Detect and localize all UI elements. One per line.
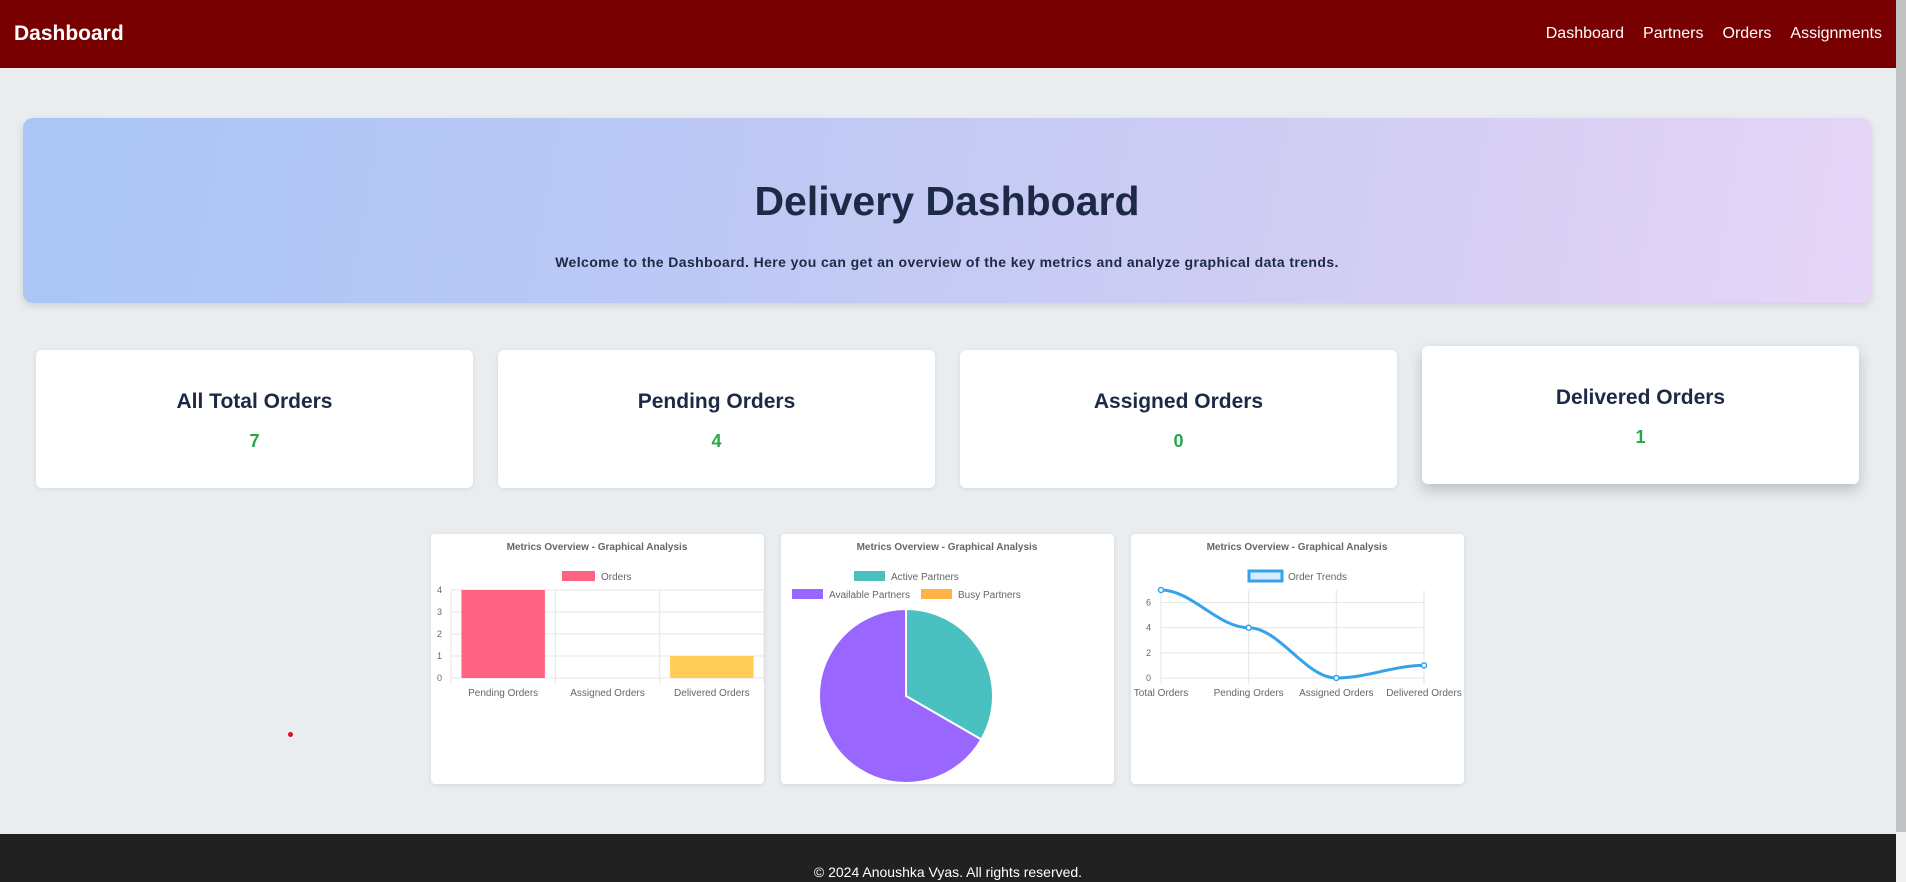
footer: © 2024 Anoushka Vyas. All rights reserve… (0, 834, 1896, 882)
y-tick-label: 4 (1146, 623, 1151, 633)
line-chart-card: Metrics Overview - Graphical Analysis Ord… (1131, 534, 1464, 784)
metric-value: 0 (1173, 431, 1184, 451)
y-tick-label: 0 (437, 673, 442, 683)
y-tick-label: 6 (1146, 598, 1151, 608)
page-scrollbar[interactable] (1896, 0, 1906, 882)
x-tick-label: Assigned Orders (1299, 688, 1373, 699)
x-tick-label: Delivered Orders (1386, 688, 1462, 699)
legend-label: Busy Partners (958, 590, 1021, 601)
x-tick-label: Delivered Orders (674, 688, 750, 699)
nav-link-assignments[interactable]: Assignments (1790, 25, 1882, 43)
x-tick-label: Pending Orders (1214, 688, 1284, 699)
hero-banner: Delivery Dashboard Welcome to the Dashbo… (23, 118, 1871, 303)
brand-title[interactable]: Dashboard (14, 22, 124, 46)
legend-swatch (562, 571, 595, 581)
data-point (1420, 662, 1428, 669)
chart-title: Metrics Overview - Graphical Analysis (1207, 542, 1388, 553)
y-tick-label: 4 (437, 585, 442, 595)
data-point (1157, 586, 1165, 594)
metric-value: 4 (711, 431, 722, 451)
pie-chart: Metrics Overview - Graphical Analysis Act… (792, 542, 1038, 784)
metric-title: All Total Orders (176, 390, 333, 413)
y-tick-label: 0 (1146, 673, 1151, 683)
cursor-dot (288, 732, 293, 737)
y-tick-label: 2 (437, 629, 442, 639)
navbar: Dashboard Dashboard Partners Orders Assi… (0, 0, 1896, 68)
bar-chart: Metrics Overview - Graphical Analysis Ord… (437, 542, 764, 699)
page-title: Delivery Dashboard (754, 178, 1140, 224)
legend-label: Available Partners (829, 590, 910, 601)
x-tick-label: Assigned Orders (570, 688, 644, 699)
series-line (1160, 588, 1425, 680)
legend-swatch (921, 589, 952, 599)
nav-link-dashboard[interactable]: Dashboard (1546, 25, 1624, 43)
x-tick-label: Pending Orders (468, 688, 538, 699)
y-tick-label: 2 (1146, 648, 1151, 658)
metric-title: Delivered Orders (1555, 386, 1726, 409)
y-tick-label: 3 (437, 607, 442, 617)
legend-label: Order Trends (1288, 572, 1347, 583)
metric-card-delivered-orders: Delivered Orders 1 (1422, 346, 1859, 484)
data-point (1333, 674, 1340, 682)
line-chart: Metrics Overview - Graphical Analysis Ord… (1134, 542, 1462, 699)
metric-title: Assigned Orders (1093, 390, 1264, 413)
x-tick-label: Total Orders (1134, 688, 1188, 699)
pie-chart-card: Metrics Overview - Graphical Analysis Act… (781, 534, 1114, 784)
legend-label: Active Partners (891, 572, 959, 583)
metric-card-assigned-orders: Assigned Orders 0 (960, 350, 1397, 488)
metric-title: Pending Orders (637, 390, 796, 413)
legend-swatch (1247, 569, 1284, 583)
y-tick-label: 1 (437, 651, 442, 661)
nav-link-orders[interactable]: Orders (1723, 25, 1772, 43)
legend-swatch (792, 589, 823, 599)
bar (461, 590, 545, 678)
nav-links: Dashboard Partners Orders Assignments (1546, 25, 1882, 43)
legend-swatch (854, 571, 885, 581)
scrollbar-thumb[interactable] (1896, 0, 1906, 832)
metric-value: 1 (1635, 427, 1646, 447)
metric-card-pending-orders: Pending Orders 4 (498, 350, 935, 488)
nav-link-partners[interactable]: Partners (1643, 25, 1703, 43)
chart-title: Metrics Overview - Graphical Analysis (507, 542, 688, 553)
metric-card-total-orders: All Total Orders 7 (36, 350, 473, 488)
metric-value: 7 (249, 431, 260, 451)
footer-copyright: © 2024 Anoushka Vyas. All rights reserve… (813, 864, 1083, 880)
data-point (1245, 624, 1252, 631)
bar (670, 656, 754, 678)
legend-label: Orders (601, 572, 632, 583)
bar-chart-card: Metrics Overview - Graphical Analysis Ord… (431, 534, 764, 784)
chart-title: Metrics Overview - Graphical Analysis (857, 542, 1038, 553)
hero-description: Welcome to the Dashboard. Here you can g… (555, 254, 1339, 270)
